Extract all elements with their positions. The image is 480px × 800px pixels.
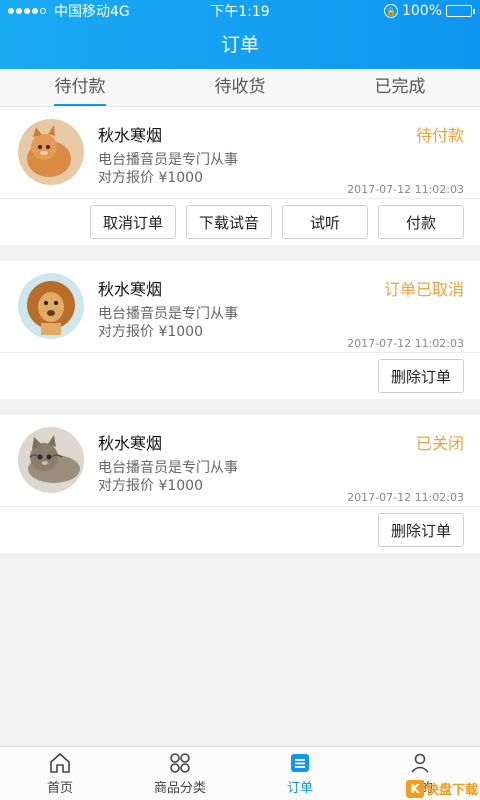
order-time: 2017-07-12 11:02:03 <box>347 491 464 504</box>
delete-order-button[interactable]: 删除订单 <box>378 359 464 393</box>
seller-name: 秋水寒烟 <box>98 434 163 453</box>
order-icon <box>291 754 309 772</box>
nav-order[interactable]: 订单 <box>240 747 360 800</box>
nav-home-label: 首页 <box>46 781 73 796</box>
nav-category-label: 商品分类 <box>153 781 206 796</box>
battery-label: 100% <box>401 3 442 19</box>
delete-order-button[interactable]: 删除订单 <box>378 513 464 547</box>
profile-icon <box>411 753 429 773</box>
tab-pending-payment[interactable]: 待付款 <box>0 69 160 106</box>
header: 中国移动4G 下午1:19 🔒 100% 订单 <box>0 0 480 69</box>
download-sample-button[interactable]: 下载试音 <box>186 205 272 239</box>
order-description: 电台播音员是专门从事 <box>98 306 238 322</box>
order-description: 电台播音员是专门从事 <box>98 152 238 168</box>
watermark-k-icon: K <box>405 779 424 798</box>
nav-category[interactable]: 商品分类 <box>120 747 240 800</box>
order-description: 电台播音员是专门从事 <box>98 460 238 476</box>
battery-icon <box>446 5 475 17</box>
cat-avatar <box>16 119 86 185</box>
lion-avatar <box>16 273 86 339</box>
watermark-logo: K 快盘下载 <box>405 779 478 798</box>
order-tabs: 待付款 待收货 已完成 <box>0 69 480 107</box>
nav-home[interactable]: 首页 <box>0 747 120 800</box>
tab-completed[interactable]: 已完成 <box>320 69 480 106</box>
carrier-label: 中国移动4G <box>54 4 130 20</box>
order-card: 秋水寒烟 电台播音员是专门从事 对方报价 ¥1000 待付款 2017-07-1… <box>0 107 480 245</box>
order-price: 对方报价 ¥1000 <box>98 170 203 186</box>
rotation-lock-icon: 🔒 <box>383 4 398 18</box>
order-card: 秋水寒烟 电台播音员是专门从事 对方报价 ¥1000 订单已取消 2017-07… <box>0 261 480 399</box>
order-price: 对方报价 ¥1000 <box>98 478 203 494</box>
order-status: 已关闭 <box>415 434 464 453</box>
pay-button[interactable]: 付款 <box>378 205 464 239</box>
order-status: 订单已取消 <box>383 280 464 299</box>
seller-name: 秋水寒烟 <box>98 280 163 299</box>
page-title: 订单 <box>220 34 259 56</box>
status-bar: 中国移动4G 下午1:19 🔒 100% <box>0 0 480 22</box>
order-price: 对方报价 ¥1000 <box>98 324 203 340</box>
order-time: 2017-07-12 11:02:03 <box>347 337 464 350</box>
category-icon <box>170 753 190 773</box>
order-card: 秋水寒烟 电台播音员是专门从事 对方报价 ¥1000 已关闭 2017-07-1… <box>0 415 480 553</box>
order-status: 待付款 <box>415 126 464 145</box>
seller-name: 秋水寒烟 <box>98 126 163 145</box>
order-time: 2017-07-12 11:02:03 <box>347 183 464 196</box>
signal-icon <box>8 8 46 14</box>
home-icon <box>50 753 70 773</box>
kitten-avatar <box>16 427 86 493</box>
tab-pending-receipt[interactable]: 待收货 <box>160 69 320 106</box>
nav-order-label: 订单 <box>286 781 313 796</box>
cancel-order-button[interactable]: 取消订单 <box>90 205 176 239</box>
listen-button[interactable]: 试听 <box>282 205 368 239</box>
watermark-text: 快盘下载 <box>425 783 478 798</box>
